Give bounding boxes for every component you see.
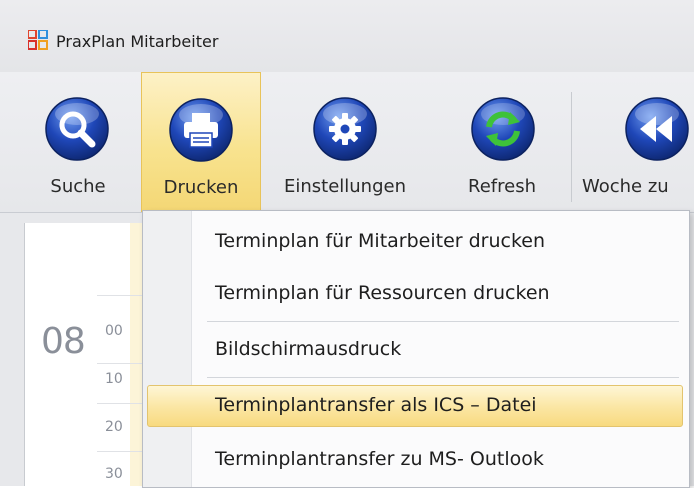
title-bar: PraxPlan Mitarbeiter [0,0,694,72]
minute-label: 20 [105,419,123,435]
refresh-button[interactable]: Refresh [448,72,556,212]
time-gridline [97,451,145,452]
hour-minutes-label: 00 [105,323,123,339]
ribbon-toolbar: Suche Drucken Einstellungen Refresh Woch… [0,72,694,213]
menu-separator [207,377,679,378]
print-button[interactable]: Drucken [141,72,261,212]
day-view-panel: 08 00 10 20 30 [24,223,145,486]
minute-label: 30 [105,466,123,482]
minute-label: 10 [105,371,123,387]
settings-button-label: Einstellungen [283,176,407,197]
refresh-button-label: Refresh [468,176,536,197]
search-button[interactable]: Suche [28,72,128,212]
menu-item-export-outlook[interactable]: Terminplantransfer zu MS- Outlook [147,439,683,481]
hour-label: 08 [41,321,86,362]
window-title: PraxPlan Mitarbeiter [56,32,219,51]
menu-item-label: Bildschirmausdruck [215,338,402,360]
menu-separator [207,321,679,322]
search-icon [45,97,109,161]
menu-item-label: Terminplantransfer zu MS- Outlook [215,448,544,470]
refresh-icon [471,97,535,161]
settings-button[interactable]: Einstellungen [270,72,420,212]
menu-item-print-staff-schedule[interactable]: Terminplan für Mitarbeiter drucken [147,221,683,263]
menu-item-label: Terminplantransfer als ICS – Datei [215,394,537,416]
gear-icon [313,97,377,161]
printer-icon [169,98,233,162]
menu-item-export-ics[interactable]: Terminplantransfer als ICS – Datei [147,385,683,427]
time-gridline [97,403,145,404]
rewind-icon [625,97,689,161]
menu-item-label: Terminplan für Mitarbeiter drucken [215,230,546,252]
week-back-button[interactable]: Woche zu [582,72,694,212]
ribbon-separator [571,92,572,202]
menu-item-screen-print[interactable]: Bildschirmausdruck [147,329,683,371]
app-grid-logo-icon [28,30,48,50]
search-button-label: Suche [50,176,106,197]
print-button-label: Drucken [163,177,239,198]
time-gridline [97,363,145,364]
time-gridline [97,295,145,296]
menu-item-label: Terminplan für Ressourcen drucken [215,282,550,304]
print-dropdown-menu: Terminplan für Mitarbeiter drucken Termi… [142,210,690,488]
menu-item-print-resource-schedule[interactable]: Terminplan für Ressourcen drucken [147,273,683,315]
week-back-button-label: Woche zu [582,176,669,197]
